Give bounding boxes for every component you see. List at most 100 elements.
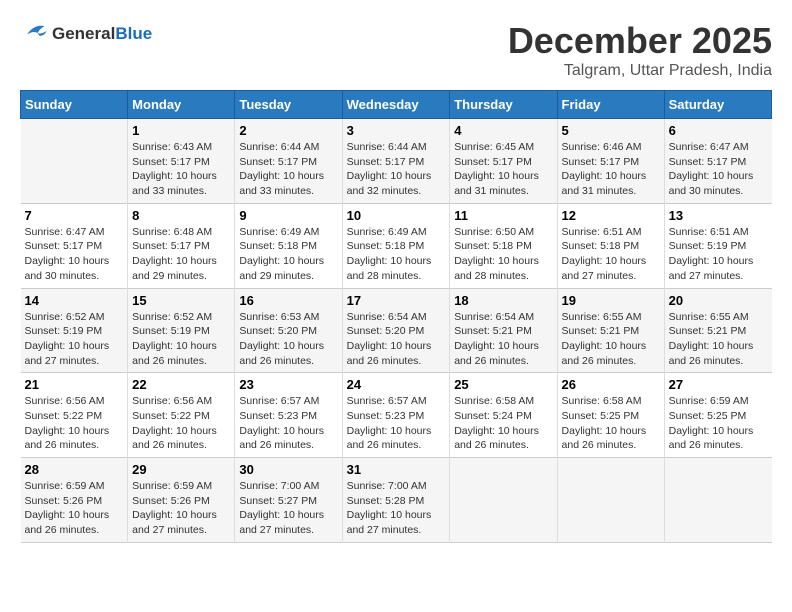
calendar-cell	[664, 458, 771, 543]
weekday-header-tuesday: Tuesday	[235, 91, 342, 119]
calendar-cell	[557, 458, 664, 543]
day-info: Sunrise: 6:58 AMSunset: 5:25 PMDaylight:…	[562, 394, 660, 453]
calendar-cell: 28 Sunrise: 6:59 AMSunset: 5:26 PMDayligh…	[21, 458, 128, 543]
day-number: 30	[239, 462, 337, 477]
calendar-cell: 11 Sunrise: 6:50 AMSunset: 5:18 PMDayligh…	[450, 203, 557, 288]
calendar-cell: 6 Sunrise: 6:47 AMSunset: 5:17 PMDaylight…	[664, 119, 771, 204]
calendar-cell: 29 Sunrise: 6:59 AMSunset: 5:26 PMDayligh…	[128, 458, 235, 543]
calendar-cell: 19Sunrise: 6:55 AMSunset: 5:21 PMDayligh…	[557, 288, 664, 373]
day-number: 17	[347, 293, 446, 308]
day-number: 25	[454, 377, 552, 392]
day-info: Sunrise: 6:59 AMSunset: 5:26 PMDaylight:…	[132, 479, 230, 538]
day-number: 13	[669, 208, 768, 223]
day-number: 21	[25, 377, 124, 392]
day-number: 6	[669, 123, 768, 138]
day-number: 16	[239, 293, 337, 308]
day-info: Sunrise: 6:59 AMSunset: 5:25 PMDaylight:…	[669, 394, 768, 453]
day-info: Sunrise: 6:53 AMSunset: 5:20 PMDaylight:…	[239, 310, 337, 369]
day-info: Sunrise: 6:52 AMSunset: 5:19 PMDaylight:…	[132, 310, 230, 369]
calendar-cell: 13Sunrise: 6:51 AMSunset: 5:19 PMDayligh…	[664, 203, 771, 288]
day-info: Sunrise: 7:00 AMSunset: 5:28 PMDaylight:…	[347, 479, 446, 538]
day-number: 3	[347, 123, 446, 138]
calendar-table: SundayMondayTuesdayWednesdayThursdayFrid…	[20, 90, 772, 543]
day-number: 29	[132, 462, 230, 477]
day-info: Sunrise: 6:51 AMSunset: 5:18 PMDaylight:…	[562, 225, 660, 284]
day-info: Sunrise: 6:44 AMSunset: 5:17 PMDaylight:…	[347, 140, 446, 199]
location-title: Talgram, Uttar Pradesh, India	[508, 62, 772, 80]
calendar-cell: 16 Sunrise: 6:53 AMSunset: 5:20 PMDayligh…	[235, 288, 342, 373]
calendar-week-row: 7 Sunrise: 6:47 AMSunset: 5:17 PMDaylight…	[21, 203, 772, 288]
day-info: Sunrise: 6:48 AMSunset: 5:17 PMDaylight:…	[132, 225, 230, 284]
logo-blue: Blue	[115, 24, 152, 43]
day-number: 2	[239, 123, 337, 138]
calendar-week-row: 14 Sunrise: 6:52 AMSunset: 5:19 PMDayligh…	[21, 288, 772, 373]
month-title: December 2025	[508, 20, 772, 62]
calendar-cell: 4Sunrise: 6:45 AMSunset: 5:17 PMDaylight…	[450, 119, 557, 204]
day-info: Sunrise: 7:00 AMSunset: 5:27 PMDaylight:…	[239, 479, 337, 538]
calendar-cell: 8 Sunrise: 6:48 AMSunset: 5:17 PMDaylight…	[128, 203, 235, 288]
day-info: Sunrise: 6:47 AMSunset: 5:17 PMDaylight:…	[669, 140, 768, 199]
calendar-cell: 30 Sunrise: 7:00 AMSunset: 5:27 PMDayligh…	[235, 458, 342, 543]
calendar-cell: 2Sunrise: 6:44 AMSunset: 5:17 PMDaylight…	[235, 119, 342, 204]
day-info: Sunrise: 6:47 AMSunset: 5:17 PMDaylight:…	[25, 225, 124, 284]
day-info: Sunrise: 6:49 AMSunset: 5:18 PMDaylight:…	[239, 225, 337, 284]
logo: GeneralBlue	[20, 20, 152, 47]
day-info: Sunrise: 6:54 AMSunset: 5:20 PMDaylight:…	[347, 310, 446, 369]
day-info: Sunrise: 6:56 AMSunset: 5:22 PMDaylight:…	[132, 394, 230, 453]
day-number: 26	[562, 377, 660, 392]
calendar-cell: 20Sunrise: 6:55 AMSunset: 5:21 PMDayligh…	[664, 288, 771, 373]
day-info: Sunrise: 6:59 AMSunset: 5:26 PMDaylight:…	[25, 479, 124, 538]
calendar-cell: 15 Sunrise: 6:52 AMSunset: 5:19 PMDayligh…	[128, 288, 235, 373]
day-number: 5	[562, 123, 660, 138]
logo-text: GeneralBlue	[52, 24, 152, 44]
calendar-cell: 7 Sunrise: 6:47 AMSunset: 5:17 PMDaylight…	[21, 203, 128, 288]
calendar-cell: 18Sunrise: 6:54 AMSunset: 5:21 PMDayligh…	[450, 288, 557, 373]
calendar-cell: 23Sunrise: 6:57 AMSunset: 5:23 PMDayligh…	[235, 373, 342, 458]
logo-icon	[20, 20, 48, 47]
calendar-cell: 10 Sunrise: 6:49 AMSunset: 5:18 PMDayligh…	[342, 203, 450, 288]
day-number: 11	[454, 208, 552, 223]
weekday-header-friday: Friday	[557, 91, 664, 119]
day-info: Sunrise: 6:56 AMSunset: 5:22 PMDaylight:…	[25, 394, 124, 453]
calendar-cell: 12 Sunrise: 6:51 AMSunset: 5:18 PMDayligh…	[557, 203, 664, 288]
weekday-header-monday: Monday	[128, 91, 235, 119]
calendar-week-row: 21 Sunrise: 6:56 AMSunset: 5:22 PMDayligh…	[21, 373, 772, 458]
calendar-cell: 21 Sunrise: 6:56 AMSunset: 5:22 PMDayligh…	[21, 373, 128, 458]
day-number: 15	[132, 293, 230, 308]
day-info: Sunrise: 6:50 AMSunset: 5:18 PMDaylight:…	[454, 225, 552, 284]
calendar-cell: 17 Sunrise: 6:54 AMSunset: 5:20 PMDayligh…	[342, 288, 450, 373]
calendar-cell: 25 Sunrise: 6:58 AMSunset: 5:24 PMDayligh…	[450, 373, 557, 458]
day-info: Sunrise: 6:46 AMSunset: 5:17 PMDaylight:…	[562, 140, 660, 199]
day-number: 8	[132, 208, 230, 223]
calendar-cell	[21, 119, 128, 204]
calendar-week-row: 28 Sunrise: 6:59 AMSunset: 5:26 PMDayligh…	[21, 458, 772, 543]
day-number: 10	[347, 208, 446, 223]
day-number: 12	[562, 208, 660, 223]
day-number: 1	[132, 123, 230, 138]
day-number: 22	[132, 377, 230, 392]
day-info: Sunrise: 6:52 AMSunset: 5:19 PMDaylight:…	[25, 310, 124, 369]
calendar-week-row: 1Sunrise: 6:43 AMSunset: 5:17 PMDaylight…	[21, 119, 772, 204]
calendar-cell: 5 Sunrise: 6:46 AMSunset: 5:17 PMDaylight…	[557, 119, 664, 204]
day-number: 7	[25, 208, 124, 223]
calendar-cell: 14 Sunrise: 6:52 AMSunset: 5:19 PMDayligh…	[21, 288, 128, 373]
calendar-cell: 9 Sunrise: 6:49 AMSunset: 5:18 PMDaylight…	[235, 203, 342, 288]
day-number: 14	[25, 293, 124, 308]
day-info: Sunrise: 6:55 AMSunset: 5:21 PMDaylight:…	[562, 310, 660, 369]
day-number: 24	[347, 377, 446, 392]
day-info: Sunrise: 6:58 AMSunset: 5:24 PMDaylight:…	[454, 394, 552, 453]
calendar-cell	[450, 458, 557, 543]
day-number: 27	[669, 377, 768, 392]
day-number: 9	[239, 208, 337, 223]
weekday-header-wednesday: Wednesday	[342, 91, 450, 119]
day-info: Sunrise: 6:57 AMSunset: 5:23 PMDaylight:…	[347, 394, 446, 453]
calendar-cell: 22 Sunrise: 6:56 AMSunset: 5:22 PMDayligh…	[128, 373, 235, 458]
day-info: Sunrise: 6:45 AMSunset: 5:17 PMDaylight:…	[454, 140, 552, 199]
calendar-cell: 26 Sunrise: 6:58 AMSunset: 5:25 PMDayligh…	[557, 373, 664, 458]
calendar-cell: 24 Sunrise: 6:57 AMSunset: 5:23 PMDayligh…	[342, 373, 450, 458]
day-info: Sunrise: 6:49 AMSunset: 5:18 PMDaylight:…	[347, 225, 446, 284]
day-number: 28	[25, 462, 124, 477]
weekday-header-saturday: Saturday	[664, 91, 771, 119]
day-number: 23	[239, 377, 337, 392]
day-info: Sunrise: 6:54 AMSunset: 5:21 PMDaylight:…	[454, 310, 552, 369]
